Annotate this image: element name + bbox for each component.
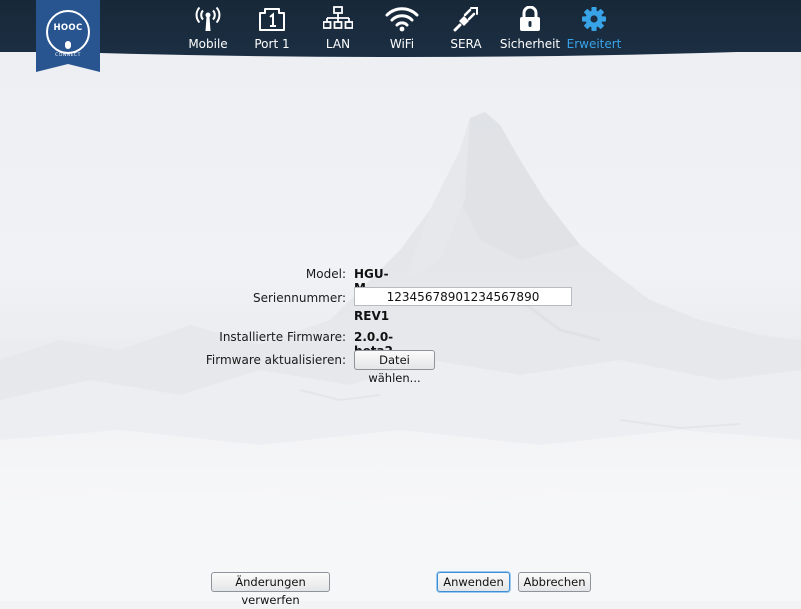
nav-label-sicherheit: Sicherheit	[499, 37, 561, 51]
cancel-button[interactable]: Abbrechen	[518, 572, 591, 592]
nav-item-sicherheit[interactable]: Sicherheit	[498, 6, 562, 52]
nav-item-sera[interactable]: SERA	[447, 6, 485, 52]
network-icon	[323, 6, 353, 29]
lock-icon	[520, 6, 540, 31]
discard-changes-button[interactable]: Änderungen verwerfen	[211, 572, 330, 607]
nav-label-mobile: Mobile	[188, 37, 228, 51]
gear-icon	[582, 7, 606, 31]
wifi-icon	[385, 7, 419, 32]
serial-number-input[interactable]	[354, 287, 572, 306]
main-nav: Mobile Port 1 LAN WiFi SERA Sicherheit E…	[0, 0, 801, 52]
antenna-icon	[195, 6, 221, 31]
nav-item-lan[interactable]: LAN	[320, 6, 356, 52]
firmware-update-label: Firmware aktualisieren:	[205, 353, 346, 367]
nav-label-wifi: WiFi	[389, 37, 415, 51]
nav-label-sera: SERA	[450, 37, 482, 51]
firmware-label: Installierte Firmware:	[219, 330, 346, 344]
nav-item-wifi[interactable]: WiFi	[383, 6, 421, 52]
model-label: Model:	[305, 267, 346, 281]
apply-button[interactable]: Anwenden	[437, 572, 510, 592]
nav-item-port-1[interactable]: Port 1	[250, 6, 294, 52]
nav-label-port-1: Port 1	[254, 37, 290, 51]
choose-file-button[interactable]: Datei wählen...	[354, 350, 435, 385]
nav-label-lan: LAN	[325, 37, 351, 51]
serial-label: Seriennummer:	[253, 291, 346, 305]
nav-label-erweitert: Erweitert	[566, 37, 622, 51]
nav-item-mobile[interactable]: Mobile	[183, 6, 233, 52]
logo-subtitle-text: CONNECT	[55, 53, 81, 58]
port-icon	[259, 8, 285, 31]
nav-item-erweitert[interactable]: Erweitert	[565, 6, 623, 52]
plug-icon	[453, 7, 478, 32]
